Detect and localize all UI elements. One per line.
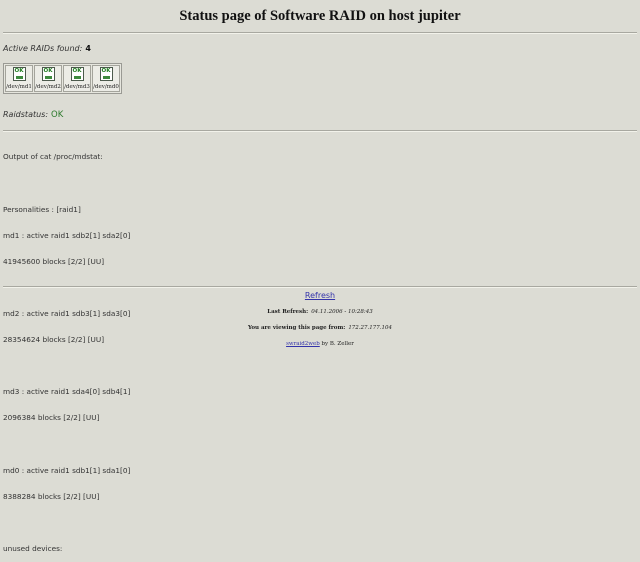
device-cell-md0: OK /dev/md0 bbox=[92, 65, 120, 92]
disk-ok-icon: OK bbox=[70, 67, 84, 81]
last-refresh-label: Last Refresh: bbox=[267, 309, 309, 315]
mdstat-heading: Output of cat /proc/mdstat: bbox=[3, 152, 103, 162]
device-table: OK /dev/md1 OK /dev/md2 OK /dev/md3 OK /… bbox=[3, 63, 122, 94]
device-label: /dev/md1 bbox=[6, 84, 32, 90]
bottom-divider bbox=[3, 286, 637, 288]
raidstatus: Raidstatus: OK bbox=[3, 110, 63, 120]
mdstat-line: md1 : active raid1 sdb2[1] sda2[0] bbox=[3, 230, 131, 240]
credit: swraid2web by B. Zeller bbox=[0, 341, 640, 347]
mdstat-line: 2096384 blocks [2/2] [UU] bbox=[3, 413, 100, 423]
mdstat-line: md3 : active raid1 sda4[0] sdb4[1] bbox=[3, 387, 131, 397]
active-raids-summary: Active RAIDs found: 4 bbox=[3, 44, 91, 53]
disk-status-text: OK bbox=[72, 68, 82, 74]
refresh-link[interactable]: Refresh bbox=[0, 291, 640, 300]
last-refresh: Last Refresh: 04.11.2006 - 10:28:43 bbox=[0, 309, 640, 315]
viewing-label: You are viewing this page from: bbox=[247, 325, 346, 331]
middle-divider bbox=[3, 130, 637, 132]
credit-text: by B. Zeller bbox=[319, 341, 354, 347]
top-divider bbox=[3, 32, 637, 34]
raidstatus-label: Raidstatus: bbox=[3, 110, 49, 119]
last-refresh-value: 04.11.2006 - 10:28:43 bbox=[311, 309, 373, 315]
device-label: /dev/md0 bbox=[93, 84, 119, 90]
mdstat-personalities: Personalities : [raid1] bbox=[3, 204, 81, 214]
mdstat-line: md0 : active raid1 sdb1[1] sda1[0] bbox=[3, 465, 131, 475]
disk-status-text: OK bbox=[14, 68, 24, 74]
device-cell-md3: OK /dev/md3 bbox=[63, 65, 91, 92]
page-title: Status page of Software RAID on host jup… bbox=[179, 8, 461, 24]
mdstat-unused: unused devices: bbox=[3, 543, 63, 553]
disk-ok-icon: OK bbox=[41, 67, 55, 81]
swraid2web-link[interactable]: swraid2web bbox=[286, 341, 320, 347]
disk-status-text: OK bbox=[101, 68, 111, 74]
viewing-ip: 172.27.177.104 bbox=[348, 325, 393, 331]
mdstat-line: 8388284 blocks [2/2] [UU] bbox=[3, 491, 100, 501]
disk-ok-icon: OK bbox=[12, 67, 26, 81]
device-label: /dev/md2 bbox=[35, 84, 61, 90]
device-cell-md1: OK /dev/md1 bbox=[5, 65, 33, 92]
device-label: /dev/md3 bbox=[64, 84, 90, 90]
raidstatus-value: OK bbox=[51, 110, 64, 120]
mdstat-output: Output of cat /proc/mdstat: Personalitie… bbox=[3, 136, 130, 562]
disk-ok-icon: OK bbox=[99, 67, 113, 81]
active-raids-label: Active RAIDs found: bbox=[3, 44, 83, 53]
disk-status-text: OK bbox=[43, 68, 53, 74]
mdstat-line: 41945600 blocks [2/2] [UU] bbox=[3, 256, 105, 266]
device-cell-md2: OK /dev/md2 bbox=[34, 65, 62, 92]
active-raids-count: 4 bbox=[85, 44, 91, 53]
viewing-from: You are viewing this page from: 172.27.17… bbox=[0, 325, 640, 331]
